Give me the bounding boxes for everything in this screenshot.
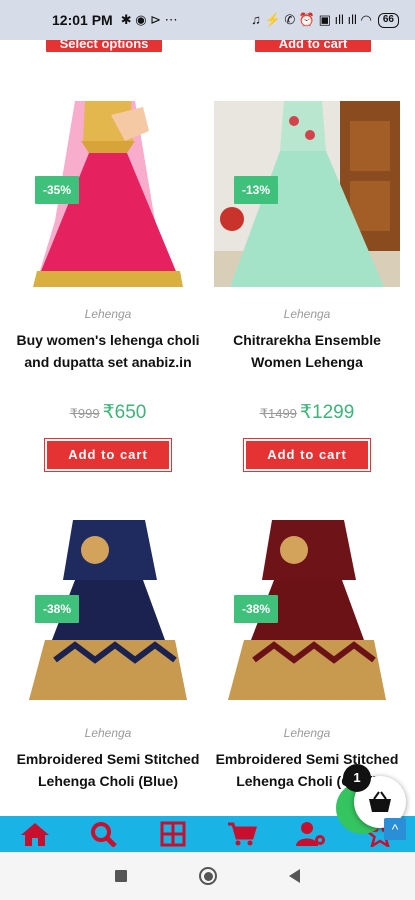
product-image-maroon-lehenga[interactable]: -38% — [214, 520, 400, 706]
select-options-button[interactable]: Select options — [46, 40, 162, 52]
add-to-cart-button[interactable]: Add to cart — [243, 438, 371, 472]
recent-apps-button[interactable] — [115, 870, 127, 882]
discount-badge: -13% — [234, 176, 279, 204]
product-image-blue-lehenga[interactable]: -38% — [15, 520, 201, 706]
discount-badge: -38% — [234, 595, 279, 623]
add-to-cart-button[interactable]: Add to cart — [255, 40, 371, 52]
battery-icon: 66 — [377, 12, 399, 28]
home-button[interactable] — [199, 867, 217, 885]
product-category[interactable]: Lehenga — [15, 726, 201, 740]
product-title[interactable]: Chitrarekha Ensemble Women Lehenga — [214, 329, 400, 373]
scroll-to-top-button[interactable]: ^ — [384, 818, 406, 840]
product-image-mint-lehenga[interactable]: -13% — [214, 101, 400, 287]
product-price: ₹999 ₹650 — [15, 401, 201, 424]
notification-icons: ✱ ◉ ⊳ ⋯ — [120, 12, 178, 27]
grid-icon[interactable] — [153, 819, 193, 849]
sale-price: ₹650 — [102, 402, 147, 423]
product-category[interactable]: Lehenga — [15, 307, 201, 321]
cart-count-badge: 1 — [343, 764, 371, 792]
product-image-pink-lehenga[interactable]: -35% — [15, 101, 201, 287]
home-icon[interactable] — [15, 819, 55, 849]
old-price: ₹999 — [69, 406, 100, 421]
old-price: ₹1499 — [259, 406, 297, 421]
search-icon[interactable] — [84, 819, 124, 849]
account-settings-icon[interactable] — [291, 819, 331, 849]
product-category[interactable]: Lehenga — [214, 307, 400, 321]
status-bar: 12:01 PM ✱ ◉ ⊳ ⋯ ♫ ⚡ ✆ ⏰ ▣ ıll ıll ◠ 66 — [0, 0, 415, 40]
system-status-icons: ♫ ⚡ ✆ ⏰ ▣ ıll ıll ◠ — [251, 12, 372, 27]
discount-badge: -38% — [35, 595, 80, 623]
product-title[interactable]: Embroidered Semi Stitched Lehenga Choli … — [15, 748, 201, 792]
basket-icon — [369, 791, 391, 812]
back-button[interactable] — [289, 869, 300, 883]
sale-price: ₹1299 — [299, 402, 355, 423]
product-grid: Select options Add to cart -35% Lehenga … — [0, 40, 415, 816]
status-time: 12:01 PM — [52, 12, 113, 28]
product-title[interactable]: Buy women's lehenga choli and dupatta se… — [15, 329, 201, 373]
add-to-cart-button[interactable]: Add to cart — [44, 438, 172, 472]
discount-badge: -35% — [35, 176, 80, 204]
product-category[interactable]: Lehenga — [214, 726, 400, 740]
cart-icon[interactable] — [222, 819, 262, 849]
product-price: ₹1499 ₹1299 — [214, 401, 400, 424]
system-navigation-bar — [0, 852, 415, 900]
